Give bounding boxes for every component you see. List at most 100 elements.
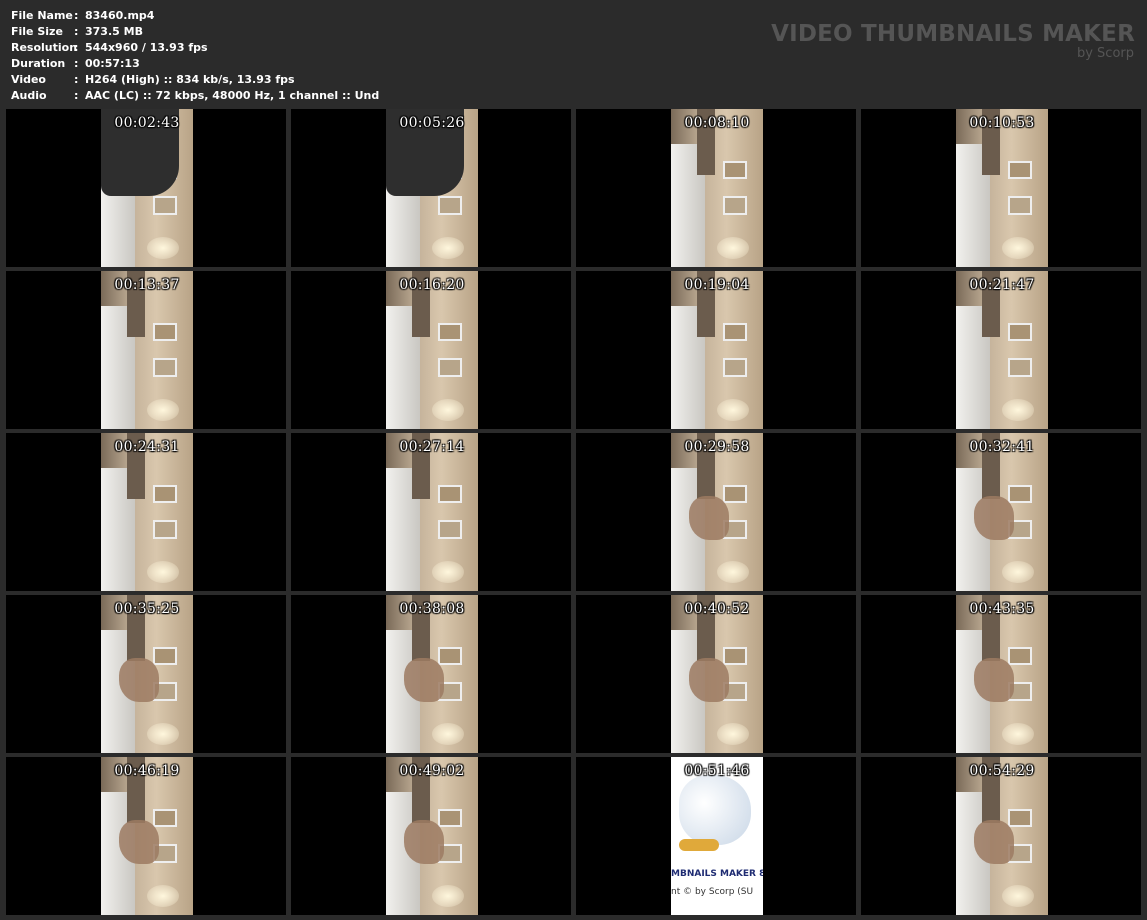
owl-logo-frame: MBNAILS MAKER 8 nt © by Scorp (SU	[671, 757, 763, 915]
thumbnail-tile: 00:49:02	[291, 757, 571, 915]
wall-picture	[1008, 357, 1032, 377]
video-frame	[386, 109, 478, 267]
thumbnail-tile: MBNAILS MAKER 8 nt © by Scorp (SU 00:51:46	[576, 757, 856, 915]
timestamp-label: 00:40:52	[684, 601, 750, 617]
wall-picture	[1008, 195, 1032, 215]
info-row-duration: Duration : 00:57:13	[11, 56, 379, 72]
info-label: Video	[11, 73, 46, 86]
video-frame	[386, 595, 478, 753]
figure-shape	[404, 820, 444, 865]
lamp-glow	[147, 561, 179, 583]
info-separator: :	[74, 41, 79, 54]
info-row-file-name: File Name : 83460.mp4	[11, 8, 379, 24]
lamp-glow	[1002, 723, 1034, 745]
wall-picture	[438, 323, 462, 342]
thumbnail-tile: 00:19:04	[576, 271, 856, 429]
info-separator: :	[74, 9, 79, 22]
figure-shape	[689, 496, 729, 541]
wall-picture	[1008, 485, 1032, 504]
lamp-glow	[1002, 399, 1034, 421]
info-separator: :	[74, 73, 79, 86]
video-frame	[101, 433, 193, 591]
lamp-glow	[717, 399, 749, 421]
lamp-glow	[717, 723, 749, 745]
lamp-glow	[432, 237, 464, 259]
brand-watermark: VIDEO THUMBNAILS MAKER by Scorp	[771, 20, 1135, 60]
thumbnail-tile: 00:40:52	[576, 595, 856, 753]
figure-shape	[974, 658, 1014, 703]
timestamp-label: 00:27:14	[399, 439, 465, 455]
info-value: 83460.mp4	[85, 9, 155, 22]
info-separator: :	[74, 89, 79, 102]
lamp-glow	[1002, 561, 1034, 583]
brand-title: VIDEO THUMBNAILS MAKER	[771, 21, 1135, 47]
timestamp-label: 00:54:29	[969, 763, 1035, 779]
thumbnail-tile: 00:32:41	[861, 433, 1141, 591]
lamp-glow	[432, 561, 464, 583]
thumbnail-tile: 00:10:53	[861, 109, 1141, 267]
thumbnail-tile: 00:46:19	[6, 757, 286, 915]
wall-picture	[153, 647, 177, 666]
info-separator: :	[74, 57, 79, 70]
lamp-glow	[432, 723, 464, 745]
wall-picture	[153, 519, 177, 539]
lamp-glow	[432, 399, 464, 421]
lamp-glow	[147, 237, 179, 259]
info-label: Duration	[11, 57, 66, 70]
wall-picture	[438, 647, 462, 666]
timestamp-label: 00:19:04	[684, 277, 750, 293]
wall-picture	[153, 323, 177, 342]
timestamp-label: 00:10:53	[969, 115, 1035, 131]
info-label: File Name	[11, 9, 73, 22]
video-frame	[671, 433, 763, 591]
info-value: 00:57:13	[85, 57, 140, 70]
file-info-panel: File Name : 83460.mp4 File Size : 373.5 …	[11, 8, 379, 104]
thumbnail-tile: 00:27:14	[291, 433, 571, 591]
video-frame	[101, 595, 193, 753]
video-frame	[671, 271, 763, 429]
video-frame	[386, 271, 478, 429]
timestamp-label: 00:51:46	[684, 763, 750, 779]
video-frame	[956, 595, 1048, 753]
timestamp-label: 00:21:47	[969, 277, 1035, 293]
owl-caption: MBNAILS MAKER 8	[671, 869, 763, 879]
video-frame	[956, 109, 1048, 267]
video-frame	[956, 433, 1048, 591]
info-row-video: Video : H264 (High) :: 834 kb/s, 13.93 f…	[11, 72, 379, 88]
scroll-icon	[679, 839, 719, 851]
thumbnail-tile: 00:16:20	[291, 271, 571, 429]
owl-copyright: nt © by Scorp (SU	[671, 887, 754, 897]
lamp-glow	[717, 237, 749, 259]
timestamp-label: 00:05:26	[399, 115, 465, 131]
thumbnail-tile: 00:38:08	[291, 595, 571, 753]
wall-picture	[723, 647, 747, 666]
lamp-glow	[147, 723, 179, 745]
timestamp-label: 00:02:43	[114, 115, 180, 131]
wall-picture	[723, 323, 747, 342]
wall-picture	[1008, 323, 1032, 342]
video-frame	[956, 757, 1048, 915]
thumbnail-tile: 00:54:29	[861, 757, 1141, 915]
wall-picture	[438, 519, 462, 539]
info-value: 373.5 MB	[85, 25, 143, 38]
lamp-glow	[147, 399, 179, 421]
wall-picture	[438, 357, 462, 377]
lamp-glow	[432, 885, 464, 907]
video-frame	[101, 109, 193, 267]
thumbnail-tile: 00:43:35	[861, 595, 1141, 753]
timestamp-label: 00:08:10	[684, 115, 750, 131]
timestamp-label: 00:49:02	[399, 763, 465, 779]
info-label: Resolution	[11, 41, 78, 54]
thumbnail-tile: 00:08:10	[576, 109, 856, 267]
figure-shape	[119, 820, 159, 865]
video-frame	[956, 271, 1048, 429]
info-row-audio: Audio : AAC (LC) :: 72 kbps, 48000 Hz, 1…	[11, 88, 379, 104]
info-row-resolution: Resolution : 544x960 / 13.93 fps	[11, 40, 379, 56]
figure-shape	[689, 658, 729, 703]
info-separator: :	[74, 25, 79, 38]
thumbnail-tile: 00:24:31	[6, 433, 286, 591]
video-frame	[671, 109, 763, 267]
wall-picture	[438, 195, 462, 215]
wall-picture	[438, 485, 462, 504]
wall-picture	[1008, 161, 1032, 180]
